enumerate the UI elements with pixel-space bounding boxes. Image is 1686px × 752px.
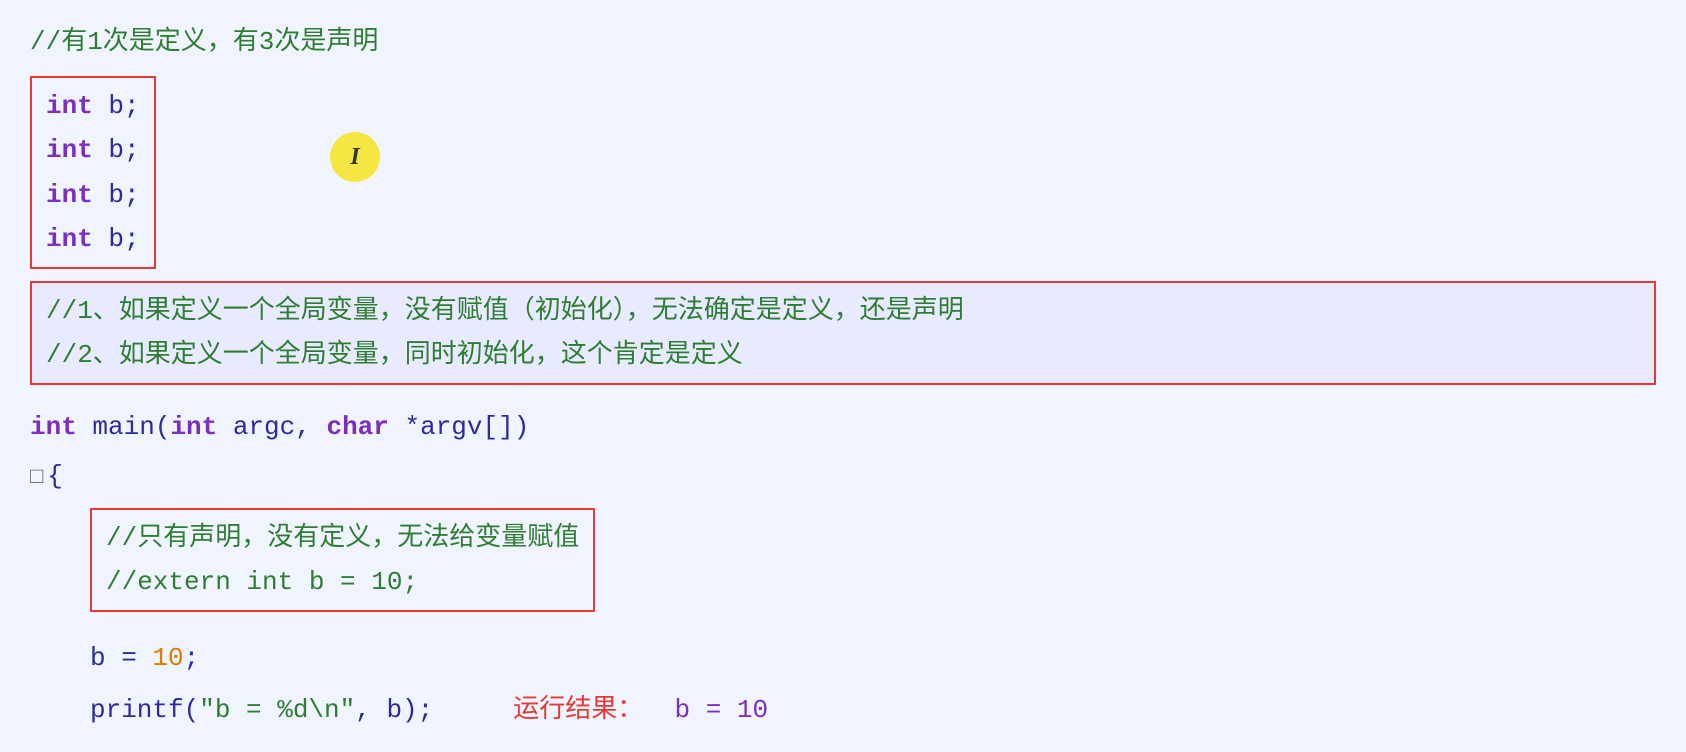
keyword-int-4: int — [46, 224, 93, 254]
printf-result-row: printf("b = %d\n", b); 运行结果： b = 10 — [90, 688, 1656, 732]
assign-prefix: b = — [90, 643, 152, 673]
main-function-signature: int main(int argc, char *argv[]) — [30, 405, 1656, 449]
code-area: //有1次是定义，有3次是声明 int b; int b; int b; int… — [30, 20, 1656, 732]
yellow-cursor: I — [330, 132, 380, 182]
run-result-label: 运行结果： — [513, 695, 643, 725]
int-declarations-box: int b; int b; int b; int b; — [30, 76, 156, 269]
int-line-3: int b; — [46, 173, 140, 217]
assign-line: b = 10; — [90, 636, 1656, 680]
printf-prefix: printf( — [90, 695, 199, 725]
int-line-4: int b; — [46, 217, 140, 261]
inner-comment-box: //只有声明，没有定义，无法给变量赋值 //extern int b = 10; — [90, 508, 595, 612]
function-body: //只有声明，没有定义，无法给变量赋值 //extern int b = 10;… — [90, 508, 1656, 733]
highlight-comment-block: //1、如果定义一个全局变量，没有赋值（初始化），无法确定是定义，还是声明 //… — [30, 281, 1656, 385]
main-kw-char: char — [326, 412, 388, 442]
int-rest-2: b; — [93, 135, 140, 165]
printf-suffix: , b); — [355, 695, 433, 725]
highlight-comment-2: //2、如果定义一个全局变量，同时初始化，这个肯定是定义 — [46, 333, 1640, 377]
main-kw-int2: int — [170, 412, 217, 442]
keyword-int-2: int — [46, 135, 93, 165]
assign-value: 10 — [152, 643, 183, 673]
inner-comment-1: //只有声明，没有定义，无法给变量赋值 — [106, 516, 579, 560]
brace-indicator: □ — [30, 465, 43, 490]
int-line-1: int b; — [46, 84, 140, 128]
main-kw-int: int — [30, 412, 77, 442]
printf-str: "b = %d\n" — [199, 695, 355, 725]
int-line-2: int b; — [46, 128, 140, 172]
main-sig-rest1: main( — [77, 412, 171, 442]
cursor-symbol: I — [350, 137, 359, 178]
opening-brace: { — [47, 461, 63, 491]
inner-comment-2: //extern int b = 10; — [106, 560, 579, 604]
assign-suffix: ; — [184, 643, 200, 673]
int-declarations-section: int b; int b; int b; int b; I — [30, 72, 1656, 269]
keyword-int-3: int — [46, 180, 93, 210]
main-sig-rest2: argc, — [217, 412, 326, 442]
main-sig-rest3: *argv[]) — [389, 412, 529, 442]
highlight-comment-1: //1、如果定义一个全局变量，没有赋值（初始化），无法确定是定义，还是声明 — [46, 289, 1640, 333]
top-comment: //有1次是定义，有3次是声明 — [30, 20, 1656, 64]
run-result-value: b = 10 — [675, 695, 769, 725]
int-rest-3: b; — [93, 180, 140, 210]
top-comment-text: //有1次是定义，有3次是声明 — [30, 27, 378, 57]
int-rest-1: b; — [93, 91, 140, 121]
printf-line: printf("b = %d\n", b); — [90, 688, 433, 732]
run-result: 运行结果： b = 10 — [513, 688, 768, 732]
int-rest-4: b; — [93, 224, 140, 254]
keyword-int-1: int — [46, 91, 93, 121]
opening-brace-line: □{ — [30, 454, 1656, 498]
